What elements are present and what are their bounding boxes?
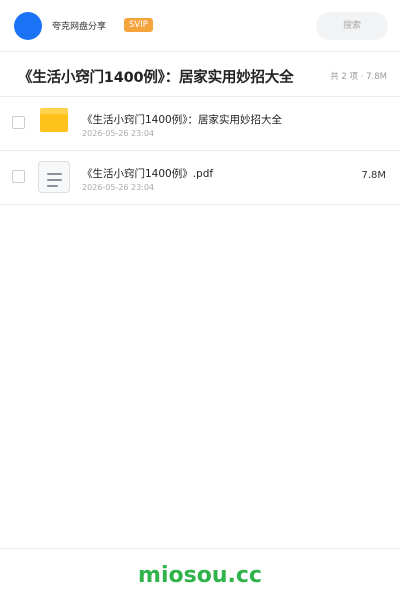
file-name[interactable]: 《生活小窍门1400例》.pdf <box>82 166 213 181</box>
svip-badge: SVIP <box>124 18 153 32</box>
file-size: 7.8M <box>361 170 386 181</box>
file-name[interactable]: 《生活小窍门1400例》：居家实用妙招大全 <box>82 112 282 127</box>
file-date: 2026-05-26 23:04 <box>82 183 155 192</box>
file-date: 2026-05-26 23:04 <box>82 129 155 138</box>
select-checkbox[interactable] <box>12 116 25 129</box>
share-username[interactable]: 夸克网盘分享 <box>52 19 106 32</box>
footer-brand[interactable]: miosou.cc <box>0 563 400 588</box>
page-title: 《生活小窍门1400例》：居家实用妙招大全 <box>18 70 294 86</box>
item-summary: 共 2 项 · 7.8M <box>330 72 387 82</box>
document-icon <box>38 161 70 193</box>
list-item[interactable]: 《生活小窍门1400例》：居家实用妙招大全 2026-05-26 23:04 <box>0 97 400 151</box>
search-button[interactable]: 搜索 <box>316 12 388 40</box>
select-checkbox[interactable] <box>12 170 25 183</box>
avatar[interactable] <box>14 12 42 40</box>
folder-icon <box>40 108 68 132</box>
folder-title-bar: 《生活小窍门1400例》：居家实用妙招大全 共 2 项 · 7.8M <box>0 53 400 97</box>
list-item[interactable]: 《生活小窍门1400例》.pdf 2026-05-26 23:04 7.8M <box>0 151 400 205</box>
footer: miosou.cc <box>0 548 400 600</box>
top-bar: 夸克网盘分享 SVIP 搜索 <box>0 0 400 52</box>
